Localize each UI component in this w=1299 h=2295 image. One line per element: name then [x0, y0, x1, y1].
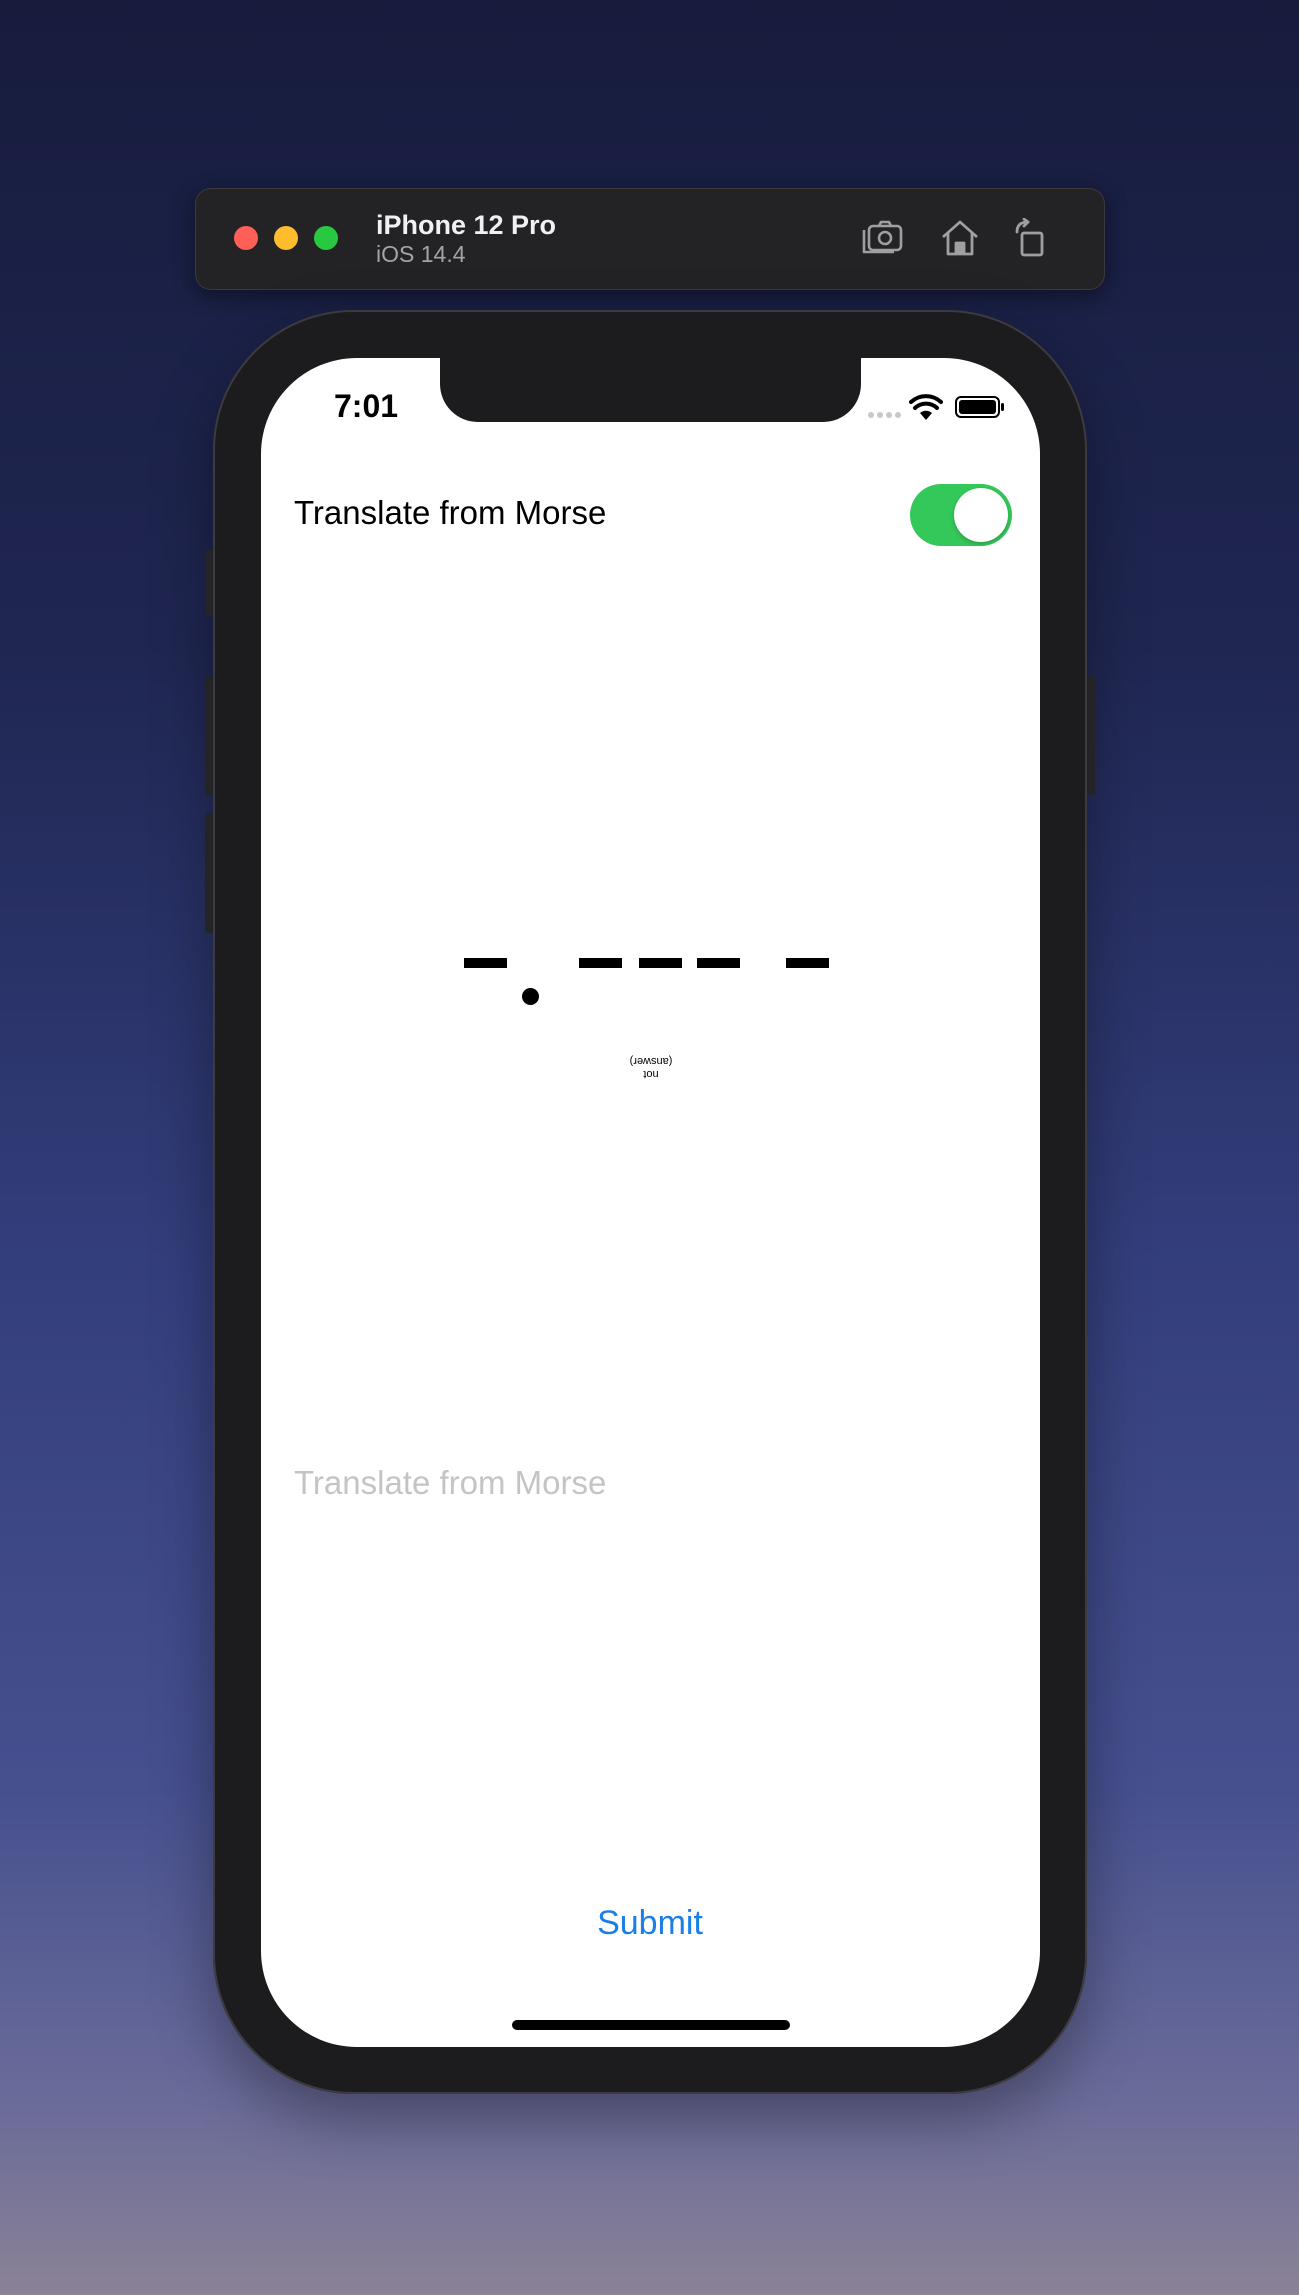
phone-frame: 7:01 Translate from Morse not (answer) T…: [213, 310, 1087, 2094]
rotate-icon[interactable]: [1013, 217, 1049, 258]
close-window-button[interactable]: [234, 226, 258, 250]
answer-hint: not (answer): [581, 1054, 721, 1080]
morse-code-display: [464, 953, 834, 1033]
morse-dash: [639, 958, 682, 968]
device-name: iPhone 12 Pro: [376, 210, 557, 240]
wifi-icon: [909, 394, 943, 420]
home-indicator: [512, 2020, 790, 2030]
screenshot-icon[interactable]: [860, 218, 904, 258]
morse-dash: [697, 958, 740, 968]
translate-toggle-label: Translate from Morse: [294, 494, 607, 531]
notch: [440, 358, 861, 422]
translate-toggle-switch[interactable]: [910, 484, 1012, 546]
power-button: [1086, 675, 1095, 795]
translation-input[interactable]: [294, 1460, 1004, 1506]
battery-icon: [955, 396, 1004, 418]
answer-hint-line: (answer): [629, 1055, 673, 1067]
os-version: iOS 14.4: [376, 241, 466, 267]
phone-screen: 7:01 Translate from Morse not (answer) T…: [261, 358, 1040, 2047]
zoom-window-button[interactable]: [314, 226, 338, 250]
toggle-knob: [954, 488, 1008, 542]
minimize-window-button[interactable]: [274, 226, 298, 250]
simulator-title-bar: iPhone 12 Pro iOS 14.4: [195, 188, 1105, 290]
morse-dash: [464, 958, 507, 968]
home-icon[interactable]: [938, 218, 982, 258]
cellular-dots-icon: [868, 412, 901, 418]
morse-dot: [522, 988, 539, 1005]
status-time: 7:01: [334, 388, 399, 424]
submit-button[interactable]: Submit: [550, 1898, 750, 1948]
morse-dash: [786, 958, 829, 968]
answer-hint-line: not: [643, 1068, 659, 1080]
morse-dash: [579, 958, 622, 968]
